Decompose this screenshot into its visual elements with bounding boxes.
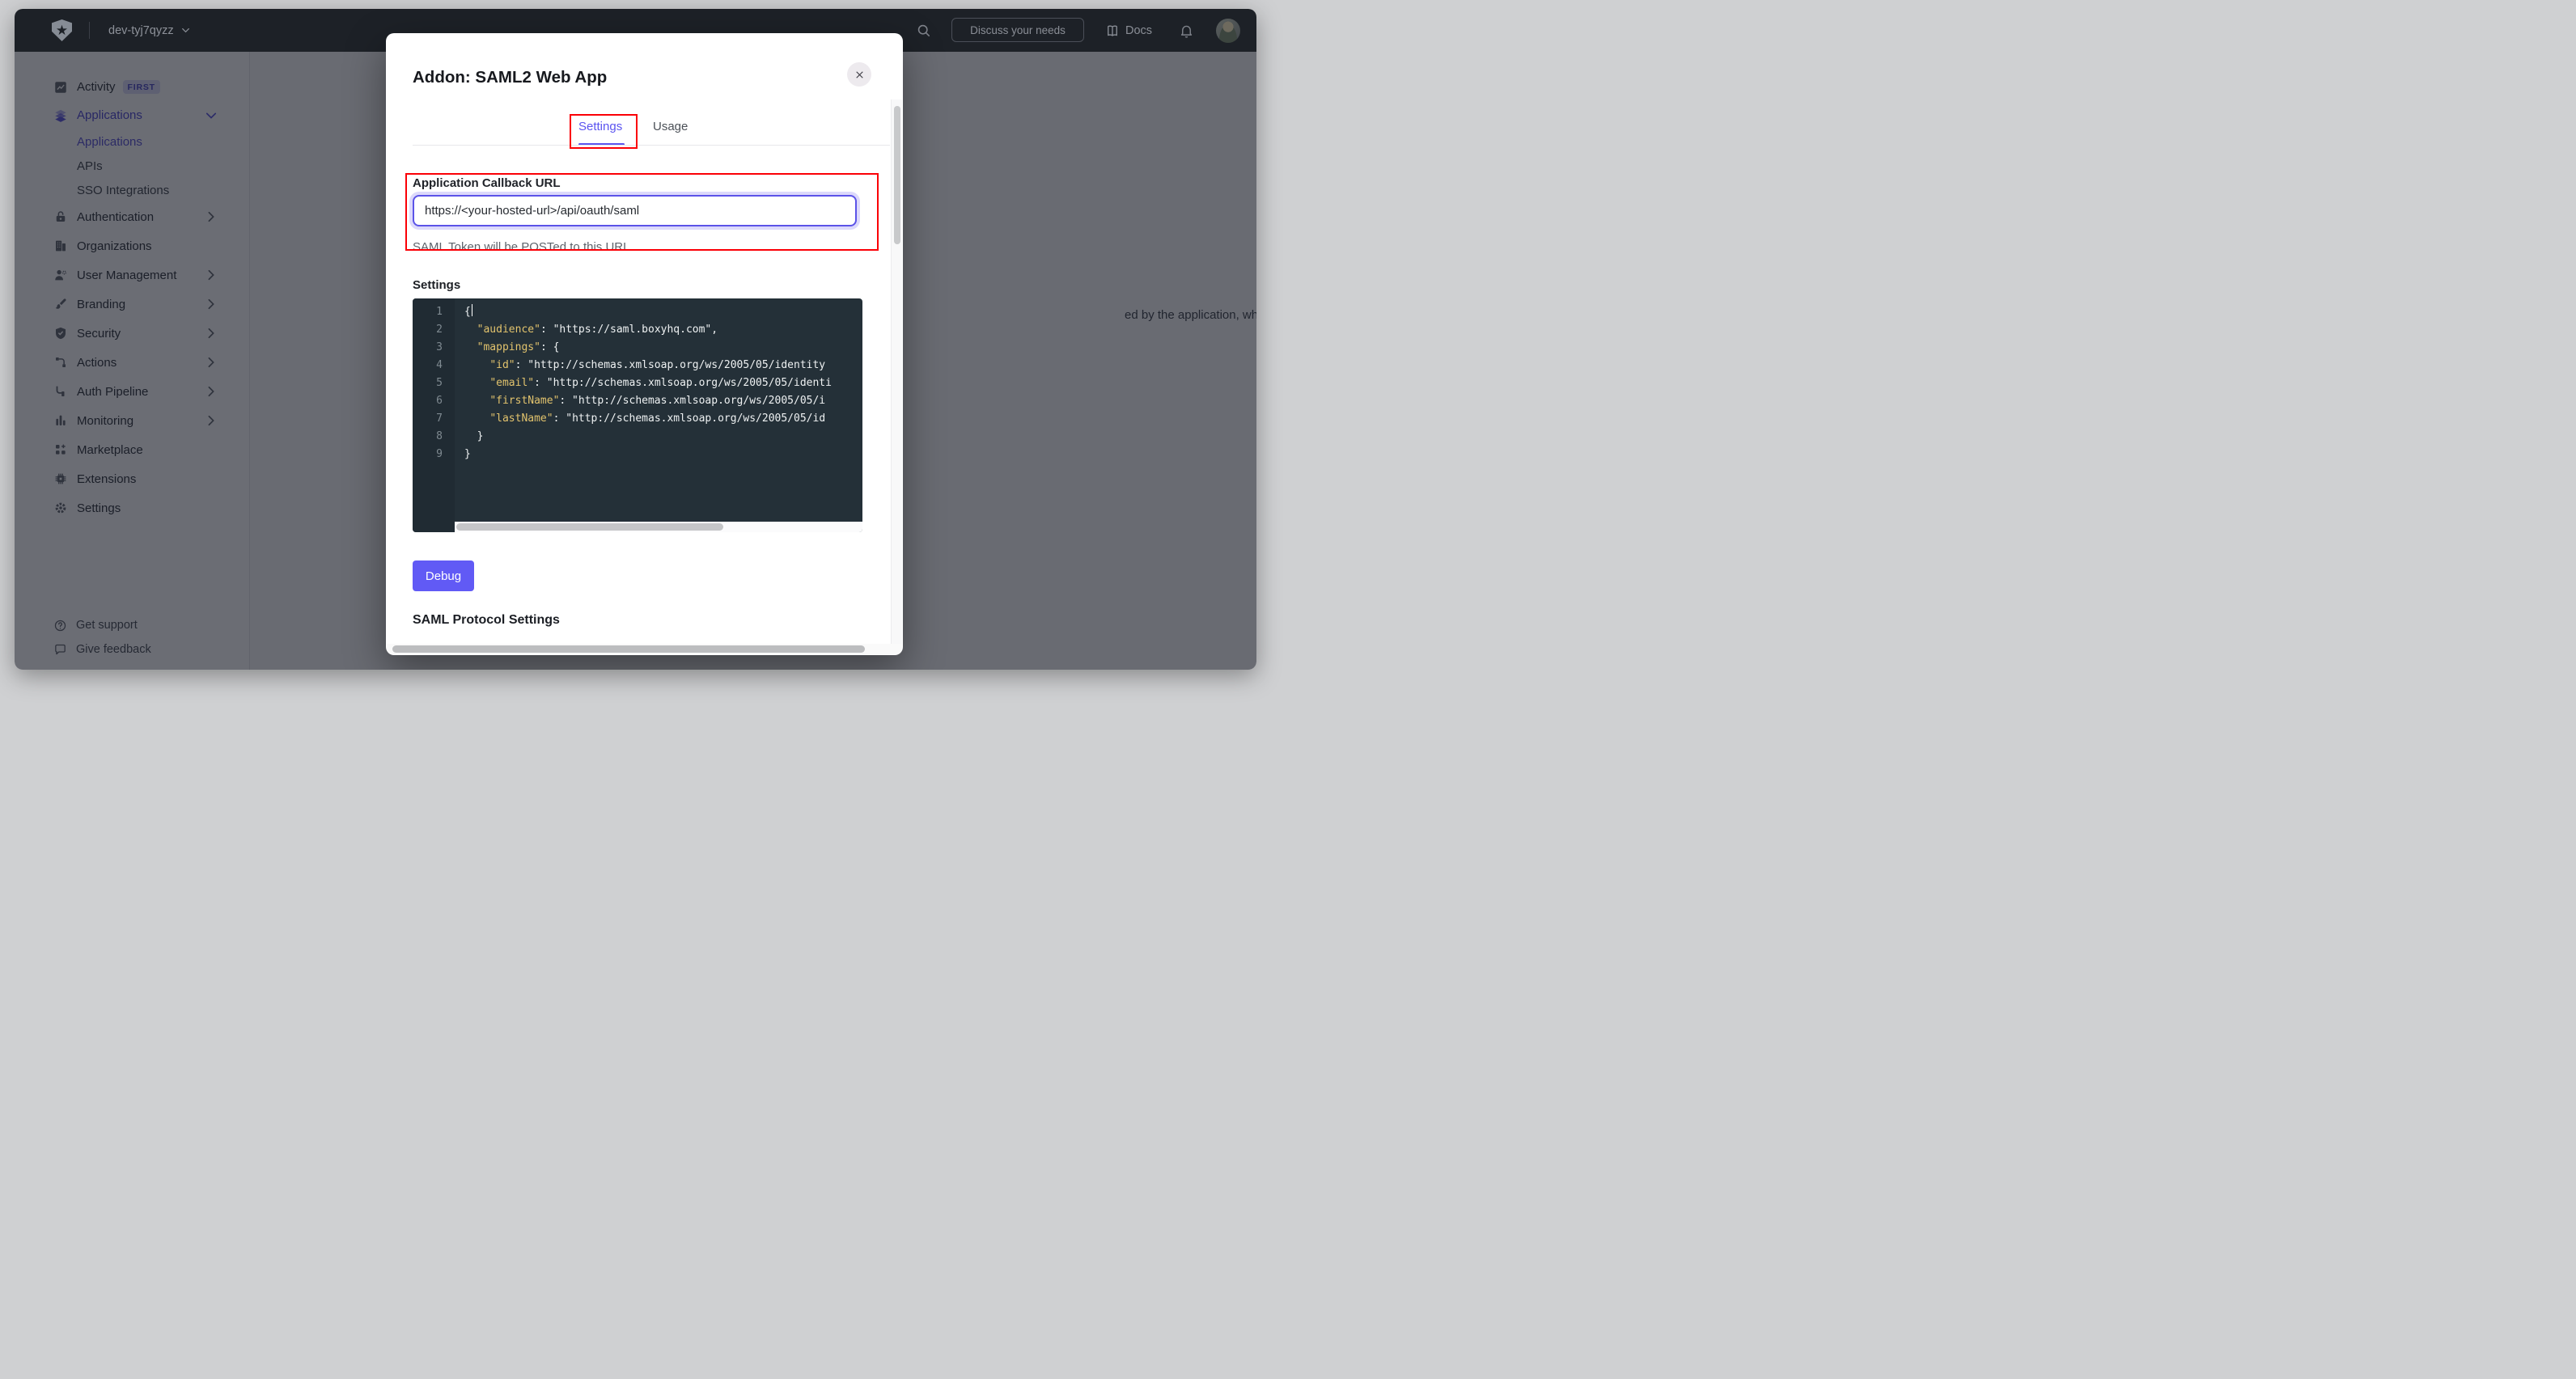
chevron-down-icon [180,25,191,36]
editor-code-line: 3 "mappings": { [413,339,862,357]
callback-url-input[interactable] [413,195,857,226]
saml-protocol-settings-heading: SAML Protocol Settings [413,613,560,628]
editor-text-cursor [472,304,473,316]
docs-label: Docs [1125,24,1152,37]
modal-vertical-scrollbar [891,99,902,644]
modal-title: Addon: SAML2 Web App [413,68,607,87]
modal-horizontal-scrollbar-thumb[interactable] [392,645,865,653]
editor-line-text: } [455,446,471,463]
modal-horizontal-scrollbar [387,644,902,654]
auth0-star-icon: ★ [52,21,72,40]
screenshot-stage: ★ dev-tyj7qyzz Discuss your needs Docs A… [0,0,1288,689]
tenant-switcher[interactable]: dev-tyj7qyzz [108,9,191,52]
search-icon[interactable] [916,23,931,38]
addon-saml2-modal: Addon: SAML2 Web App Settings Usage Appl… [386,33,903,655]
auth0-logo[interactable]: ★ [52,19,72,41]
editor-line-number: 7 [413,410,455,428]
close-icon [854,70,865,80]
discuss-your-needs-button[interactable]: Discuss your needs [951,18,1084,42]
tab-usage[interactable]: Usage [653,120,688,133]
settings-section-label: Settings [413,278,460,292]
editor-code-line: 1{ [413,303,862,321]
editor-line-number: 9 [413,446,455,463]
editor-code-line: 7 "lastName": "http://schemas.xmlsoap.or… [413,410,862,428]
editor-code-line: 4 "id": "http://schemas.xmlsoap.org/ws/2… [413,357,862,374]
debug-button[interactable]: Debug [413,560,474,591]
app-window: ★ dev-tyj7qyzz Discuss your needs Docs A… [15,9,1256,670]
close-button[interactable] [847,62,871,87]
docs-link[interactable]: Docs [1105,9,1152,52]
editor-line-number: 3 [413,339,455,357]
tabs-divider [413,145,890,146]
editor-code-line: 9} [413,446,862,463]
editor-line-number: 1 [413,303,455,321]
editor-code-line: 8 } [413,428,862,446]
auth0-shield-icon: ★ [52,19,72,41]
editor-line-number: 8 [413,428,455,446]
editor-lines: 1{2 "audience": "https://saml.boxyhq.com… [413,303,862,463]
editor-line-number: 6 [413,392,455,410]
tenant-name: dev-tyj7qyzz [108,24,174,37]
editor-line-number: 5 [413,374,455,392]
editor-line-text: "mappings": { [455,339,559,357]
callback-url-label: Application Callback URL [413,176,561,190]
topbar-divider [89,22,90,39]
modal-vertical-scrollbar-thumb[interactable] [894,106,900,244]
callback-url-helper: SAML Token will be POSTed to this URL. [413,240,633,254]
editor-code-line: 2 "audience": "https://saml.boxyhq.com", [413,321,862,339]
editor-line-text: } [455,428,483,446]
editor-code-line: 6 "firstName": "http://schemas.xmlsoap.o… [413,392,862,410]
editor-line-number: 2 [413,321,455,339]
settings-json-editor[interactable]: 1{2 "audience": "https://saml.boxyhq.com… [413,298,862,532]
editor-line-text: "email": "http://schemas.xmlsoap.org/ws/… [455,374,832,392]
editor-code-line: 5 "email": "http://schemas.xmlsoap.org/w… [413,374,862,392]
editor-line-text: "firstName": "http://schemas.xmlsoap.org… [455,392,825,410]
editor-line-text: "audience": "https://saml.boxyhq.com", [455,321,718,339]
editor-line-number: 4 [413,357,455,374]
notifications-bell-icon[interactable] [1179,23,1194,39]
editor-line-text: "lastName": "http://schemas.xmlsoap.org/… [455,410,825,428]
editor-horizontal-scrollbar [455,522,862,532]
editor-line-text: { [455,303,472,321]
editor-horizontal-scrollbar-thumb[interactable] [456,523,723,531]
tab-settings[interactable]: Settings [578,120,622,133]
book-icon [1105,23,1120,38]
editor-line-text: "id": "http://schemas.xmlsoap.org/ws/200… [455,357,825,374]
user-avatar[interactable] [1216,19,1240,43]
